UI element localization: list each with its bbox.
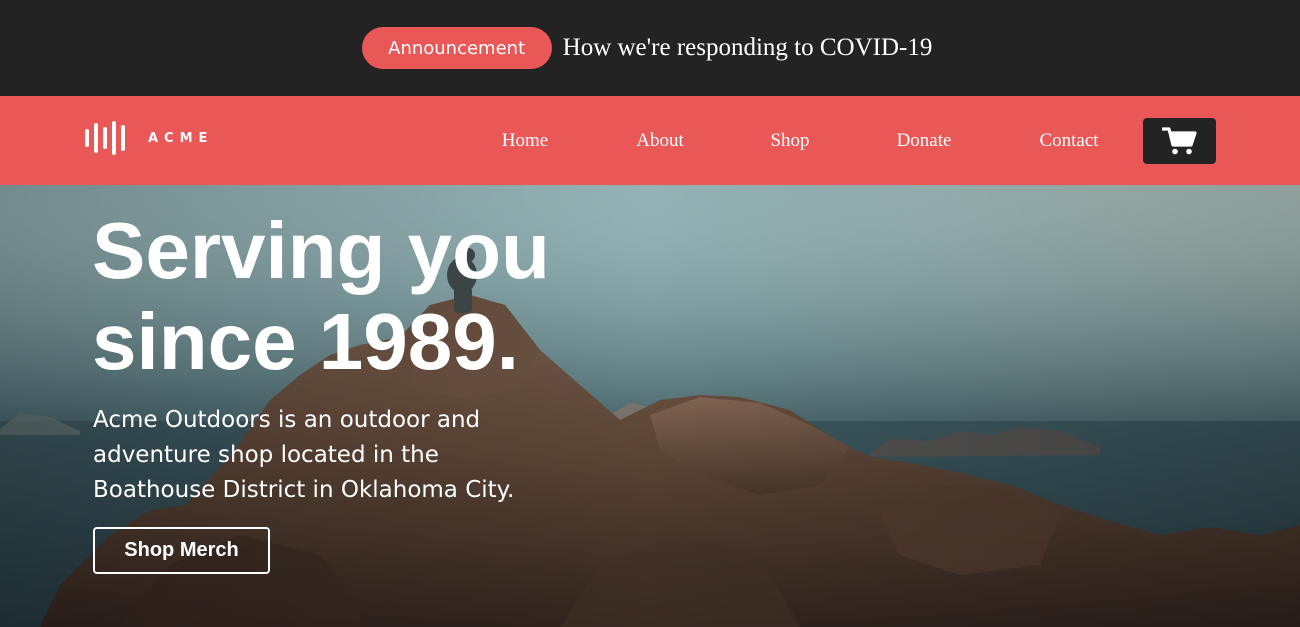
shop-merch-button[interactable]: Shop Merch	[93, 527, 270, 574]
shopping-cart-icon	[1161, 127, 1197, 155]
main-navigation: ACME Home About Shop Donate Contact	[0, 96, 1300, 185]
hero-title-line-1: Serving you	[92, 206, 550, 295]
hero-title-line-2: since 1989.	[92, 297, 519, 386]
nav-link-contact[interactable]: Contact	[1039, 130, 1098, 152]
nav-link-shop[interactable]: Shop	[770, 130, 809, 152]
brand-name: ACME	[148, 130, 214, 146]
cart-button[interactable]	[1143, 118, 1216, 164]
nav-link-about[interactable]: About	[636, 130, 684, 152]
brand-logo[interactable]: ACME	[84, 120, 213, 156]
announcement-bar: Announcement How we're responding to COV…	[0, 0, 1300, 96]
hero-section: Serving you since 1989. Acme Outdoors is…	[0, 185, 1300, 627]
announcement-content: Announcement How we're responding to COV…	[361, 27, 933, 69]
nav-link-home[interactable]: Home	[502, 130, 548, 152]
hero-description: Acme Outdoors is an outdoor and adventur…	[93, 407, 515, 503]
hero-title: Serving you since 1989.	[92, 205, 692, 387]
announcement-link[interactable]: How we're responding to COVID-19	[563, 34, 933, 62]
nav-link-donate[interactable]: Donate	[897, 130, 952, 152]
sound-wave-logo-icon	[85, 121, 125, 155]
announcement-badge[interactable]: Announcement	[361, 27, 552, 69]
